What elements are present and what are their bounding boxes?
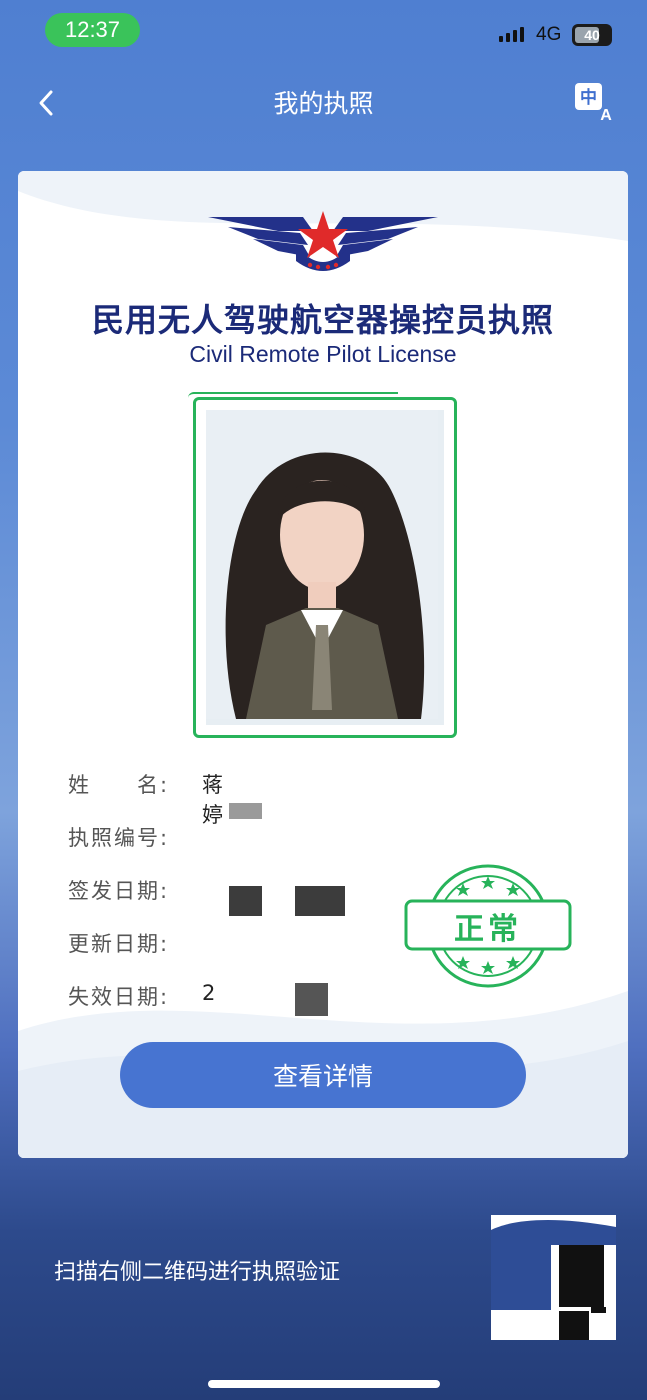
field-label: 签发日期: [68, 879, 170, 903]
translate-icon[interactable]: 中 A [574, 82, 614, 124]
field-value: 2 [202, 981, 216, 1005]
svg-text:中: 中 [580, 87, 597, 108]
battery-level: 40 [584, 27, 600, 43]
field-label: 更新日期: [68, 932, 170, 956]
verification-qr-code[interactable] [491, 1215, 616, 1340]
field-issue-date: 签发日期: [68, 875, 198, 905]
field-value: 蒋婷 [202, 773, 223, 827]
caac-wings-logo [208, 211, 438, 271]
redaction-block [295, 983, 328, 1016]
field-label: 姓 名: [68, 773, 170, 797]
license-photo [206, 410, 444, 725]
field-name: 姓 名: 蒋婷 [68, 769, 223, 827]
field-expiry-date: 失效日期: 2 [68, 981, 215, 1011]
field-label: 执照编号: [68, 826, 170, 850]
photo-frame [188, 392, 457, 738]
svg-text:A: A [600, 107, 612, 122]
status-stamp-text: 正常 [454, 912, 522, 947]
signal-icon [499, 27, 524, 42]
network-type: 4G [536, 24, 562, 45]
view-details-button[interactable]: 查看详情 [120, 1042, 526, 1108]
redaction-block [229, 803, 262, 819]
license-title-english: Civil Remote Pilot License [189, 341, 457, 367]
battery-icon: 40 [572, 24, 612, 46]
scan-instruction: 扫描右侧二维码进行执照验证 [54, 1260, 341, 1285]
field-renewal-date: 更新日期: [68, 928, 198, 958]
redaction-block [295, 886, 345, 916]
license-title: 民用无人驾驶航空器操控员执照 [91, 301, 554, 339]
field-label: 失效日期: [68, 985, 170, 1009]
redaction-block [229, 886, 262, 916]
status-time: 12:37 [45, 13, 140, 47]
field-license-number: 执照编号: [68, 822, 198, 852]
page-title: 我的执照 [273, 89, 374, 118]
home-indicator [208, 1380, 440, 1388]
license-card: 民用无人驾驶航空器操控员执照 Civil Remote Pilot Licens… [18, 171, 628, 1158]
